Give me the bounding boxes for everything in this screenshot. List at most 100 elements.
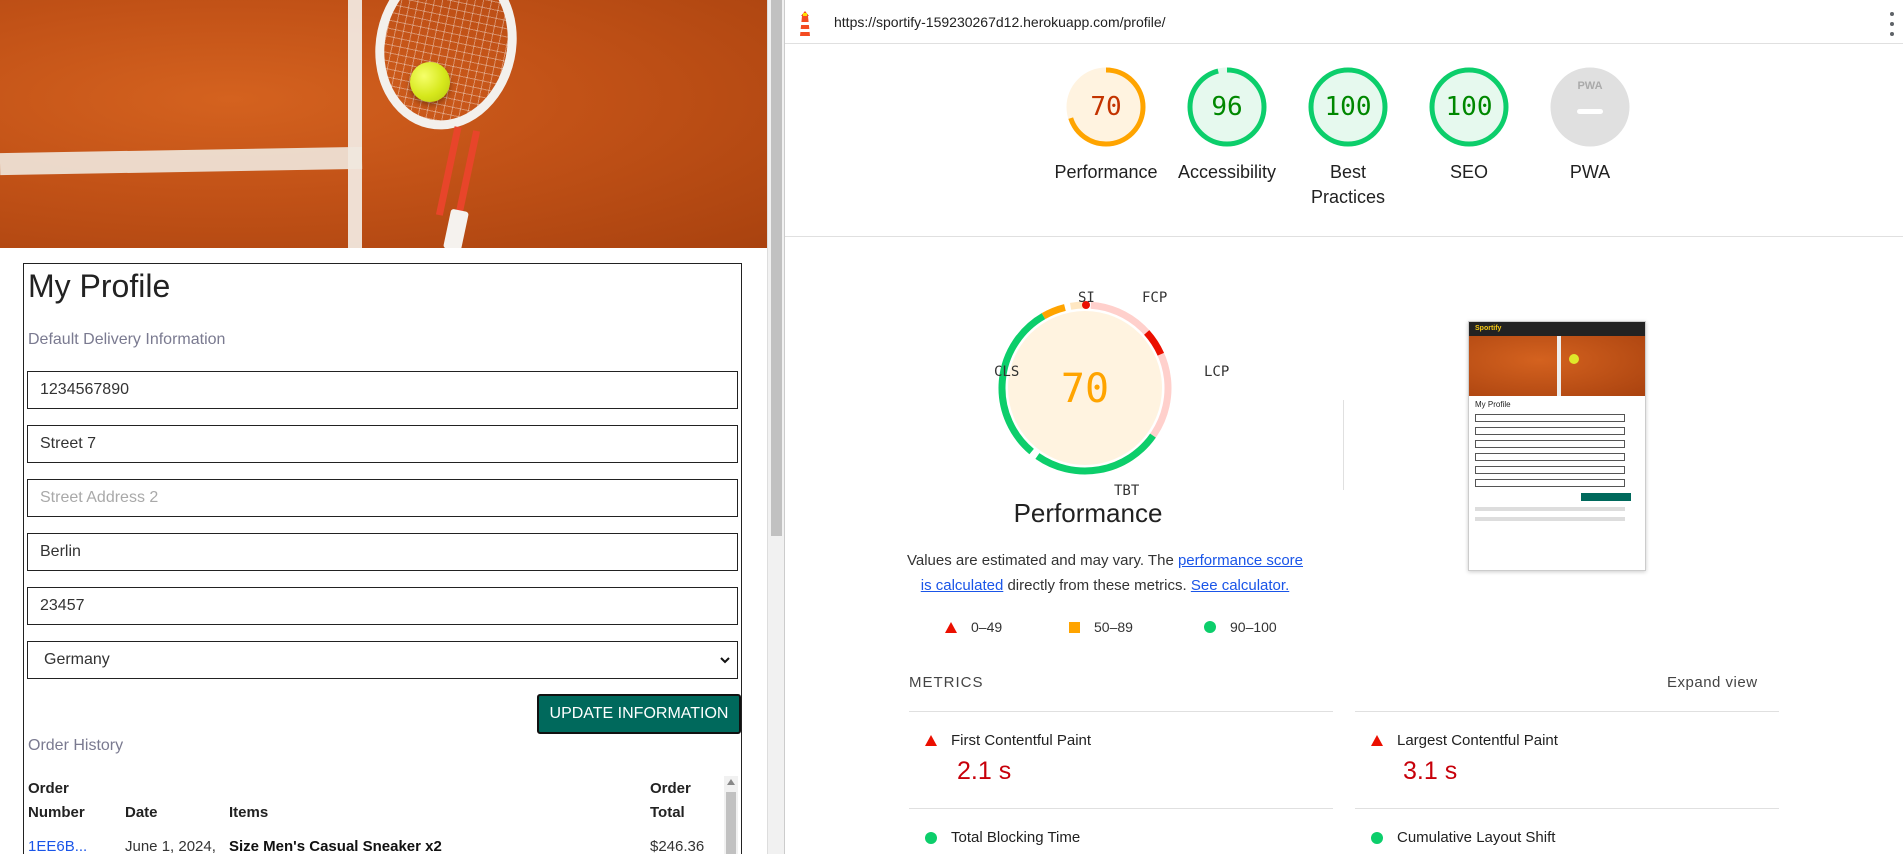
score-value: 96 bbox=[1211, 92, 1243, 122]
order-history-label: Order History bbox=[28, 737, 124, 754]
metrics-heading: METRICS bbox=[909, 674, 984, 691]
section-divider bbox=[785, 236, 1903, 237]
order-items: Size Men's Casual Sneaker x2 bbox=[229, 838, 442, 854]
triangle-icon bbox=[925, 735, 937, 746]
report-url[interactable]: https://sportify-159230267d12.herokuapp.… bbox=[834, 14, 1166, 30]
gauge-tag-cls: CLS bbox=[994, 364, 1020, 380]
report-topbar: https://sportify-159230267d12.herokuapp.… bbox=[785, 4, 1903, 44]
score-value: 100 bbox=[1445, 92, 1493, 122]
circle-icon bbox=[1204, 621, 1216, 633]
score-value: PWA bbox=[1577, 80, 1603, 92]
table-scrollbar[interactable] bbox=[724, 776, 738, 854]
gauge-tag-lcp: LCP bbox=[1204, 364, 1230, 380]
order-total: $246.36 bbox=[650, 838, 705, 854]
expand-view-toggle[interactable]: Expand view bbox=[1667, 674, 1758, 691]
site-scrollbar[interactable] bbox=[767, 0, 784, 854]
order-date: June 1, 2024, bbox=[125, 838, 216, 854]
score-ring: 96 bbox=[1186, 66, 1268, 148]
metric-cls: Cumulative Layout Shift bbox=[1371, 829, 1555, 846]
gauge-tag-tbt: TBT bbox=[1114, 483, 1140, 499]
city-field[interactable]: Berlin bbox=[27, 533, 738, 571]
phone-field[interactable]: 1234567890 bbox=[27, 371, 738, 409]
legend-fail-label: 0–49 bbox=[971, 619, 1003, 635]
legend-pass: 90–100 bbox=[1204, 619, 1277, 635]
delivery-info-label: Default Delivery Information bbox=[28, 331, 226, 348]
scroll-up-icon[interactable] bbox=[727, 779, 735, 785]
col-order-number-line1: Order bbox=[28, 780, 69, 797]
score-gauge-pwa[interactable]: PWA PWA bbox=[1535, 66, 1645, 185]
estimate-middle: directly from these metrics. bbox=[1003, 577, 1191, 594]
square-icon bbox=[1069, 621, 1080, 633]
gauge-tag-fcp: FCP bbox=[1142, 290, 1168, 306]
score-gauge-seo[interactable]: 100 SEO bbox=[1414, 66, 1524, 185]
col-order-total-line2: Total bbox=[650, 804, 685, 821]
circle-icon bbox=[1371, 831, 1383, 844]
metric-lcp-value: 3.1 s bbox=[1403, 757, 1458, 785]
country-select-value: Germany bbox=[44, 651, 110, 668]
street-address-2-field[interactable]: Street Address 2 bbox=[27, 479, 738, 517]
site-scrollbar-thumb[interactable] bbox=[771, 0, 782, 536]
metric-lcp-name: Largest Contentful Paint bbox=[1397, 732, 1558, 749]
tennis-ball bbox=[410, 62, 450, 102]
score-label: Performance bbox=[1054, 162, 1158, 182]
col-items: Items bbox=[229, 804, 269, 821]
thumbnail-title: My Profile bbox=[1475, 400, 1511, 409]
chevron-down-icon bbox=[720, 657, 730, 664]
metric-divider bbox=[1355, 808, 1779, 809]
country-select[interactable]: Germany bbox=[27, 641, 738, 679]
metric-divider bbox=[1355, 711, 1779, 712]
col-order-number: Order Number bbox=[28, 777, 85, 825]
score-label: SEO bbox=[1449, 162, 1488, 182]
estimate-prefix: Values are estimated and may vary. The bbox=[906, 552, 1178, 569]
circle-icon bbox=[925, 831, 937, 844]
col-order-number-line2: Number bbox=[28, 804, 85, 821]
final-screenshot-thumbnail[interactable]: Sportify My Profile bbox=[1468, 321, 1646, 571]
triangle-icon bbox=[1371, 735, 1383, 746]
vertical-divider bbox=[1343, 400, 1344, 490]
score-label: Accessibility bbox=[1177, 162, 1277, 182]
metric-fcp: First Contentful Paint 2.1 s bbox=[925, 732, 1091, 786]
triangle-icon bbox=[945, 621, 957, 633]
hero-image bbox=[0, 0, 767, 248]
site-viewport: My Profile Default Delivery Information … bbox=[0, 0, 767, 854]
court-line-horizontal bbox=[0, 146, 363, 176]
score-ring: 100 bbox=[1307, 66, 1389, 148]
legend-average: 50–89 bbox=[1069, 619, 1133, 635]
metric-tbt-name: Total Blocking Time bbox=[951, 829, 1081, 846]
score-label: PWA bbox=[1569, 162, 1611, 182]
metric-tbt: Total Blocking Time bbox=[925, 829, 1080, 846]
thumbnail-body: My Profile bbox=[1469, 396, 1645, 525]
metric-divider bbox=[909, 808, 1333, 809]
score-label: Best Practices bbox=[1310, 162, 1386, 207]
page-title: My Profile bbox=[28, 268, 171, 304]
score-gauge-best-practices[interactable]: 100 Best Practices bbox=[1293, 66, 1403, 210]
more-options-icon[interactable] bbox=[1889, 12, 1895, 36]
order-number-link[interactable]: 1EE6B... bbox=[28, 838, 87, 854]
lighthouse-icon bbox=[800, 11, 810, 36]
performance-gauge-score: 70 bbox=[1061, 366, 1109, 412]
score-gauge-performance[interactable]: 70 Performance bbox=[1051, 66, 1161, 185]
metric-divider bbox=[909, 711, 1333, 712]
profile-card: My Profile Default Delivery Information … bbox=[23, 263, 742, 854]
thumbnail-hero bbox=[1469, 336, 1645, 396]
metric-lcp: Largest Contentful Paint 3.1 s bbox=[1371, 732, 1558, 786]
legend-fail: 0–49 bbox=[945, 619, 1002, 635]
racket-throat bbox=[435, 126, 481, 220]
legend-average-label: 50–89 bbox=[1094, 619, 1133, 635]
score-gauge-accessibility[interactable]: 96 Accessibility bbox=[1172, 66, 1282, 185]
postcode-field[interactable]: 23457 bbox=[27, 587, 738, 625]
performance-title: Performance bbox=[1013, 498, 1163, 528]
court-line-vertical bbox=[348, 0, 362, 248]
see-calculator-link[interactable]: See calculator. bbox=[1191, 577, 1289, 594]
update-information-button[interactable]: UPDATE INFORMATION bbox=[537, 694, 741, 734]
street-address-1-field[interactable]: Street 7 bbox=[27, 425, 738, 463]
performance-gauge: 70 bbox=[998, 301, 1172, 475]
metric-cls-name: Cumulative Layout Shift bbox=[1397, 829, 1556, 846]
lighthouse-report: https://sportify-159230267d12.herokuapp.… bbox=[785, 0, 1903, 854]
metric-fcp-name: First Contentful Paint bbox=[951, 732, 1092, 749]
table-scrollbar-thumb[interactable] bbox=[726, 792, 736, 854]
score-value: 100 bbox=[1324, 92, 1372, 122]
score-ring: PWA bbox=[1549, 66, 1631, 148]
col-order-total: Order Total bbox=[650, 777, 691, 825]
score-value: 70 bbox=[1090, 92, 1122, 122]
